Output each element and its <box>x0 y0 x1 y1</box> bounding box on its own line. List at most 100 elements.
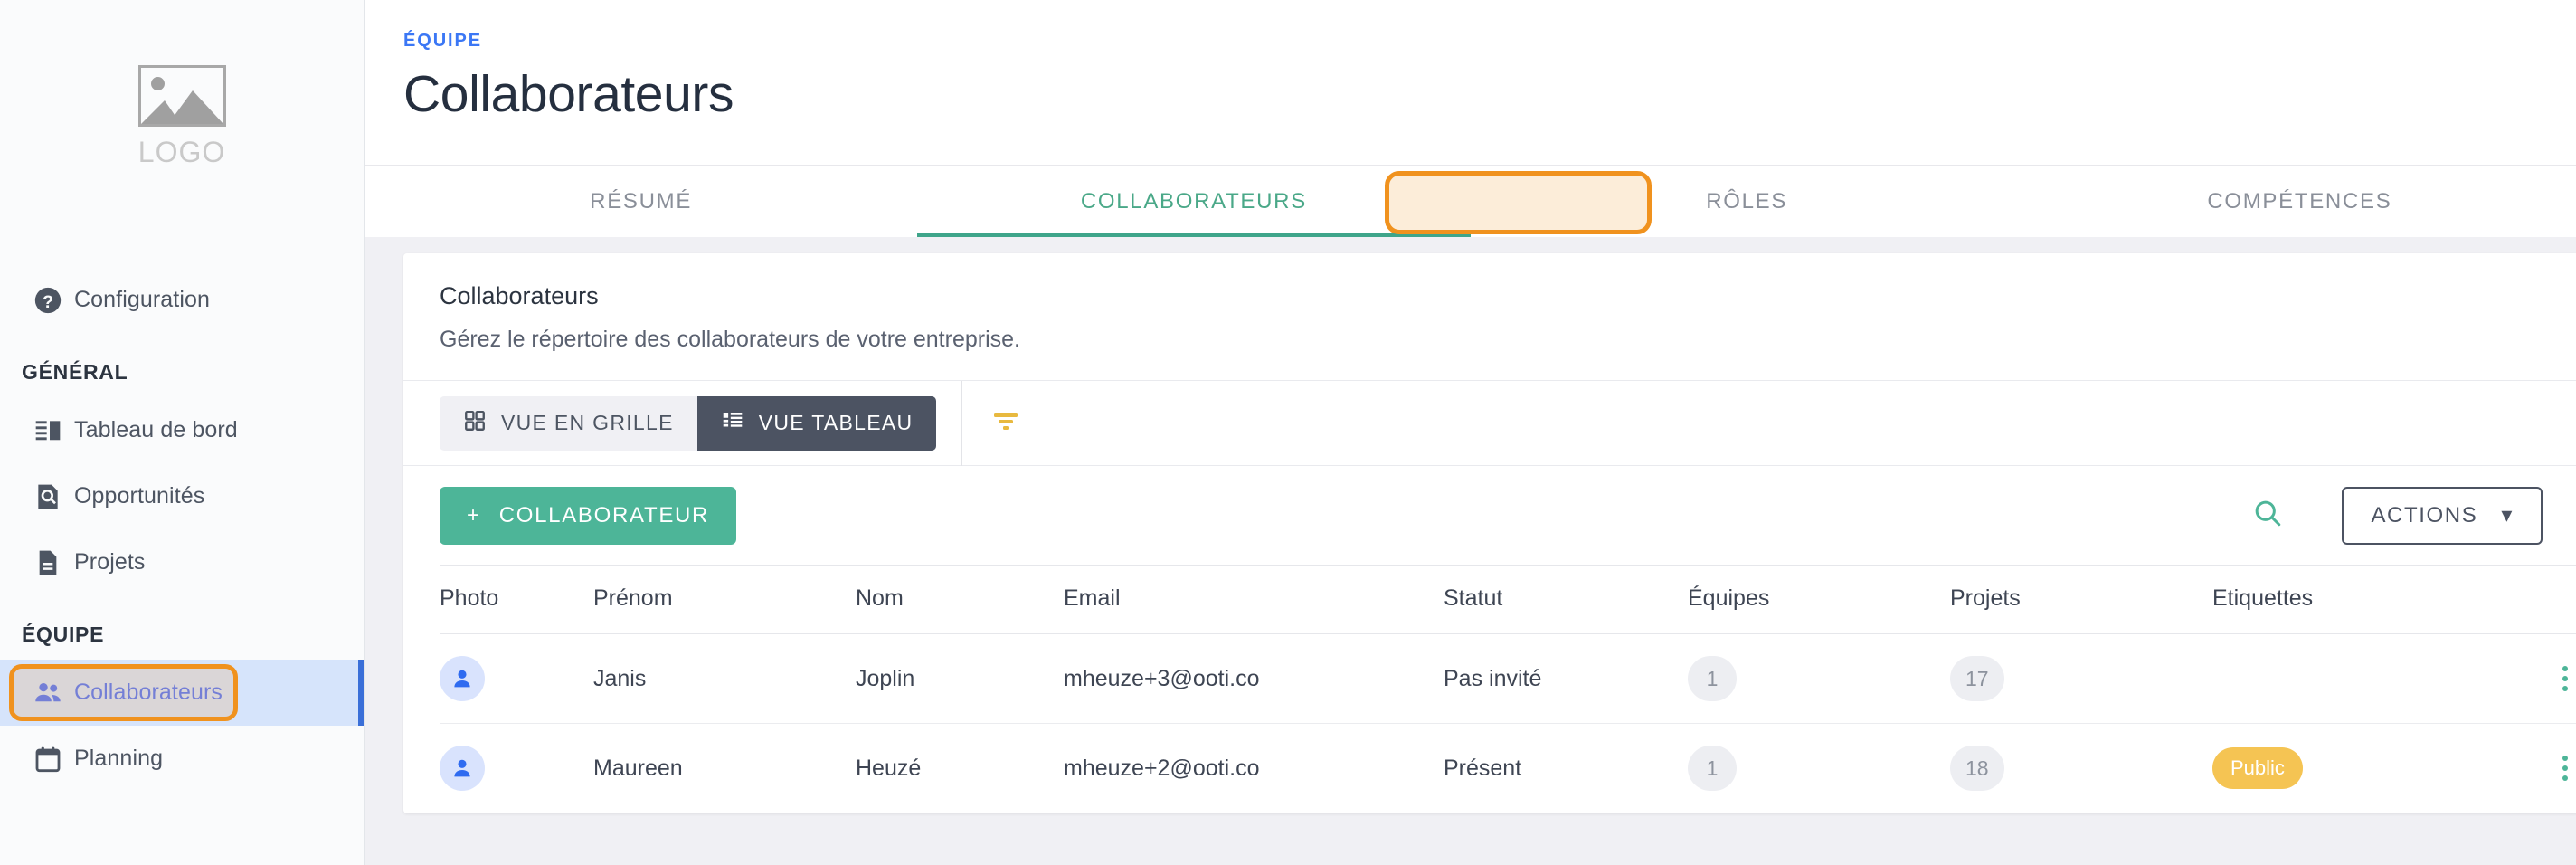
app-root: LOGO ? Configuration GÉNÉRAL Tableau de … <box>0 0 2576 865</box>
list-icon <box>721 409 744 438</box>
search-icon <box>2251 497 2284 534</box>
sidebar-item-projets[interactable]: Projets <box>0 529 364 595</box>
column-header-prenom[interactable]: Prénom <box>593 565 856 634</box>
cell-photo <box>440 723 593 813</box>
cell-etiquettes: Public <box>2212 723 2511 813</box>
cell-projets: 18 <box>1950 723 2212 813</box>
search-document-icon <box>22 482 74 511</box>
column-header-nom[interactable]: Nom <box>856 565 1064 634</box>
sidebar: LOGO ? Configuration GÉNÉRAL Tableau de … <box>0 0 365 865</box>
tab-competences[interactable]: COMPÉTENCES <box>2023 166 2576 237</box>
page-header: ÉQUIPE Collaborateurs <box>365 0 2576 165</box>
document-icon <box>22 548 74 577</box>
sidebar-item-label: Configuration <box>74 287 211 312</box>
actions-label: ACTIONS <box>2371 502 2478 528</box>
cell-equipes: 1 <box>1688 723 1950 813</box>
card-subtitle: Gérez le répertoire des collaborateurs d… <box>440 327 1020 352</box>
collaborators-table-wrap: Photo Prénom Nom Email Statut Équipes Pr… <box>403 565 2576 813</box>
table-header-row: Photo Prénom Nom Email Statut Équipes Pr… <box>440 565 2576 634</box>
column-header-statut[interactable]: Statut <box>1444 565 1688 634</box>
table-view-label: VUE TABLEAU <box>758 411 914 434</box>
logo-text: LOGO <box>137 136 226 168</box>
page-title: Collaborateurs <box>403 65 734 123</box>
logo-placeholder-icon <box>137 65 226 127</box>
cell-statut: Pas invité <box>1444 633 1688 724</box>
logo-block: LOGO <box>0 0 364 169</box>
column-header-projets[interactable]: Projets <box>1950 565 2212 634</box>
table-body: Janis Joplin mheuze+3@ooti.co Pas invité… <box>440 633 2576 813</box>
teams-count-badge: 1 <box>1688 656 1737 701</box>
help-circle-icon: ? <box>22 285 74 316</box>
sidebar-item-label: Projets <box>74 549 146 575</box>
cell-prenom: Janis <box>593 633 856 724</box>
row-menu-icon[interactable] <box>2511 666 2576 691</box>
table-view-button[interactable]: VUE TABLEAU <box>696 395 937 451</box>
sidebar-item-label: Tableau de bord <box>74 417 238 442</box>
sidebar-item-label: Planning <box>74 746 164 771</box>
sidebar-item-opportunites[interactable]: Opportunités <box>0 463 364 529</box>
avatar <box>440 746 485 791</box>
sidebar-item-configuration[interactable]: ? Configuration <box>0 267 364 333</box>
table-row[interactable]: Maureen Heuzé mheuze+2@ooti.co Présent 1… <box>440 723 2576 813</box>
actions-dropdown-button[interactable]: ACTIONS ▾ <box>2342 486 2543 545</box>
action-toolbar: + COLLABORATEUR ACTIONS ▾ <box>403 465 2576 565</box>
table-header: Photo Prénom Nom Email Statut Équipes Pr… <box>440 565 2576 634</box>
sidebar-section-equipe: ÉQUIPE <box>22 623 105 646</box>
tab-resume[interactable]: RÉSUMÉ <box>365 166 917 237</box>
avatar <box>440 656 485 701</box>
add-collaborator-label: COLLABORATEUR <box>498 502 710 528</box>
cell-etiquettes <box>2212 633 2511 724</box>
sidebar-item-planning[interactable]: Planning <box>0 726 364 792</box>
filter-button[interactable] <box>962 381 1049 466</box>
grid-view-button[interactable]: VUE EN GRILLE <box>440 395 697 451</box>
sidebar-item-label: Opportunités <box>74 483 205 509</box>
cell-nom: Heuzé <box>856 723 1064 813</box>
calendar-icon <box>22 745 74 774</box>
column-header-email[interactable]: Email <box>1064 565 1444 634</box>
sidebar-item-collaborateurs[interactable]: Collaborateurs <box>0 660 364 726</box>
main-content: ÉQUIPE Collaborateurs RÉSUMÉ COLLABORATE… <box>365 0 2576 865</box>
logo-mountain-icon <box>140 90 223 124</box>
filter-icon <box>990 408 1021 438</box>
table-row[interactable]: Janis Joplin mheuze+3@ooti.co Pas invité… <box>440 633 2576 724</box>
dashboard-icon <box>22 416 74 445</box>
tab-collaborateurs[interactable]: COLLABORATEURS <box>917 166 1471 237</box>
tab-roles[interactable]: RÔLES <box>1471 166 2023 237</box>
column-header-photo[interactable]: Photo <box>440 565 593 634</box>
cell-statut: Présent <box>1444 723 1688 813</box>
chevron-down-icon: ▾ <box>2501 503 2514 528</box>
column-header-etiquettes[interactable]: Etiquettes <box>2212 565 2511 634</box>
people-icon <box>22 678 74 708</box>
cell-nom: Joplin <box>856 633 1064 724</box>
card-title: Collaborateurs <box>440 282 599 309</box>
cell-email: mheuze+2@ooti.co <box>1064 723 1444 813</box>
add-collaborator-button[interactable]: + COLLABORATEUR <box>440 486 737 545</box>
column-header-actions <box>2511 565 2576 634</box>
projects-count-badge: 18 <box>1950 746 2004 791</box>
tab-bar: RÉSUMÉ COLLABORATEURS RÔLES COMPÉTENCES <box>365 165 2576 237</box>
status-badge: Public <box>2212 747 2303 789</box>
grid-view-label: VUE EN GRILLE <box>501 411 674 434</box>
row-menu-icon[interactable] <box>2511 756 2576 781</box>
cell-email: mheuze+3@ooti.co <box>1064 633 1444 724</box>
breadcrumb: ÉQUIPE <box>403 31 482 51</box>
sidebar-section-general: GÉNÉRAL <box>22 360 128 384</box>
sidebar-item-label: Collaborateurs <box>74 680 223 705</box>
collaborators-table: Photo Prénom Nom Email Statut Équipes Pr… <box>440 565 2576 813</box>
cell-row-menu <box>2511 723 2576 813</box>
cell-prenom: Maureen <box>593 723 856 813</box>
teams-count-badge: 1 <box>1688 746 1737 791</box>
svg-text:?: ? <box>43 291 53 311</box>
projects-count-badge: 17 <box>1950 656 2004 701</box>
search-button[interactable] <box>2240 489 2295 543</box>
view-toolbar: VUE EN GRILLE VUE TABLEAU <box>403 380 2576 466</box>
plus-icon: + <box>467 502 481 528</box>
cell-row-menu <box>2511 633 2576 724</box>
sidebar-item-tableau-de-bord[interactable]: Tableau de bord <box>0 397 364 463</box>
collaborators-card: Collaborateurs Gérez le répertoire des c… <box>403 253 2576 813</box>
content-area: Collaborateurs Gérez le répertoire des c… <box>365 237 2576 813</box>
column-header-equipes[interactable]: Équipes <box>1688 565 1950 634</box>
sidebar-nav: ? Configuration GÉNÉRAL Tableau de bord … <box>0 267 364 792</box>
card-header: Collaborateurs Gérez le répertoire des c… <box>403 253 2576 380</box>
cell-photo <box>440 633 593 724</box>
